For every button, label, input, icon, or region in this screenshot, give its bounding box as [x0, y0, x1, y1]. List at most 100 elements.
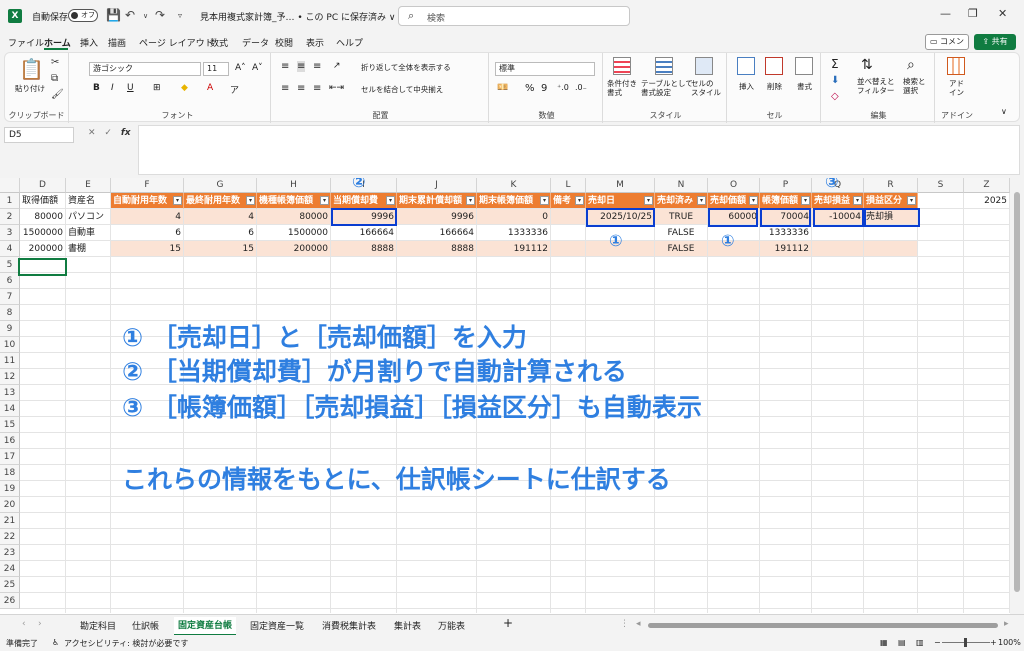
table-cell[interactable] — [551, 225, 586, 241]
fill-icon[interactable]: ⬇ — [831, 75, 839, 86]
table-cell[interactable]: 書棚 — [66, 241, 111, 257]
row-header-23[interactable]: 23 — [0, 545, 20, 561]
insert-cells-label[interactable]: 挿入 — [739, 81, 754, 92]
filter-dropdown-icon[interactable]: ▾ — [853, 196, 862, 205]
share-button[interactable]: ⇪ 共有 — [974, 34, 1016, 50]
font-color-icon[interactable]: A — [207, 83, 213, 93]
cut-icon[interactable]: ✂ — [51, 57, 59, 68]
row-header-18[interactable]: 18 — [0, 465, 20, 481]
row-header-1[interactable]: 1 — [0, 193, 20, 209]
wrap-text-button[interactable]: 折り返して全体を表示する — [361, 62, 451, 73]
name-box[interactable]: D5 — [4, 127, 74, 143]
filter-dropdown-icon[interactable]: ▾ — [801, 196, 810, 205]
zoom-out-icon[interactable]: − — [934, 638, 941, 647]
row-header-13[interactable]: 13 — [0, 385, 20, 401]
horizontal-scroll-thumb[interactable] — [648, 623, 998, 628]
font-size-select[interactable]: 11 — [203, 62, 229, 76]
row-header-2[interactable]: 2 — [0, 209, 20, 225]
column-header-d[interactable]: D — [20, 178, 66, 193]
row-header-4[interactable]: 4 — [0, 241, 20, 257]
sheet-tab-tax-summary[interactable]: 消費税集計表 — [322, 619, 376, 632]
table-header-cell[interactable]: 損益区分 ▾ — [864, 193, 918, 209]
column-header-k[interactable]: K — [477, 178, 551, 193]
table-cell[interactable] — [812, 225, 864, 241]
confirm-entry-icon[interactable]: ✓ — [104, 128, 112, 138]
row-header-26[interactable]: 26 — [0, 593, 20, 609]
add-sheet-icon[interactable]: + — [503, 616, 513, 630]
row-header-14[interactable]: 14 — [0, 401, 20, 417]
align-top-icon[interactable]: ≡ — [281, 61, 289, 72]
accessibility-icon[interactable]: ♿ — [52, 638, 59, 647]
shrink-font-icon[interactable]: A˅ — [252, 63, 263, 73]
table-cell[interactable]: 0 — [477, 209, 551, 225]
comma-icon[interactable]: 9 — [541, 83, 547, 94]
page-layout-view-icon[interactable]: ▤ — [898, 638, 906, 647]
tab-page-layout[interactable]: ページ レイアウト — [139, 36, 214, 49]
sheet-tab-accounts[interactable]: 勘定科目 — [80, 619, 116, 632]
format-cells-icon[interactable] — [795, 57, 813, 75]
italic-icon[interactable]: I — [111, 83, 114, 93]
filter-dropdown-icon[interactable]: ▾ — [644, 196, 653, 205]
selected-cell-d5[interactable] — [18, 258, 67, 276]
table-cell[interactable]: 1333336 — [760, 225, 812, 241]
tab-help[interactable]: ヘルプ — [336, 36, 363, 49]
column-header-r[interactable]: R — [864, 178, 918, 193]
accessibility-status[interactable]: アクセシビリティ: 検討が必要です — [64, 638, 188, 649]
fill-color-icon[interactable]: ◆ — [181, 83, 188, 93]
tab-view[interactable]: 表示 — [306, 36, 324, 49]
format-painter-icon[interactable]: 🖌 — [51, 89, 64, 100]
table-cell[interactable]: 6 — [111, 225, 184, 241]
indent-icon[interactable]: ⇤⇥ — [329, 83, 344, 93]
select-all-corner[interactable] — [0, 178, 20, 193]
table-cell[interactable]: 8888 — [397, 241, 477, 257]
column-header-f[interactable]: F — [111, 178, 184, 193]
close-icon[interactable]: ✕ — [998, 7, 1007, 20]
table-cell[interactable]: 80000 — [257, 209, 331, 225]
column-header-z[interactable]: Z — [964, 178, 1010, 193]
tab-review[interactable]: 校閲 — [275, 36, 293, 49]
sheet-tab-universal[interactable]: 万能表 — [438, 619, 465, 632]
orientation-icon[interactable]: ↗ — [333, 61, 341, 71]
row-header-21[interactable]: 21 — [0, 513, 20, 529]
row-header-22[interactable]: 22 — [0, 529, 20, 545]
column-header-g[interactable]: G — [184, 178, 257, 193]
row-header-20[interactable]: 20 — [0, 497, 20, 513]
normal-view-icon[interactable]: ▦ — [880, 638, 888, 647]
zoom-in-icon[interactable]: + — [990, 638, 997, 647]
table-cell[interactable] — [551, 241, 586, 257]
filter-dropdown-icon[interactable]: ▾ — [575, 196, 584, 205]
restore-icon[interactable]: ❐ — [968, 7, 978, 20]
scroll-left-icon[interactable]: ◂ — [636, 619, 641, 629]
table-cell[interactable]: FALSE — [655, 241, 708, 257]
table-header-cell[interactable]: 機種帳簿価額 ▾ — [257, 193, 331, 209]
table-cell[interactable]: パソコン — [66, 209, 111, 225]
align-left-icon[interactable]: ≡ — [281, 83, 289, 94]
table-cell[interactable]: 1500000 — [20, 225, 66, 241]
sheet-tab-journal[interactable]: 仕訳帳 — [132, 619, 159, 632]
vertical-scroll-thumb[interactable] — [1014, 192, 1020, 592]
column-header-n[interactable]: N — [655, 178, 708, 193]
search-box[interactable]: ⌕ 検索 — [398, 6, 630, 26]
customize-qat-icon[interactable]: ▿ — [178, 11, 182, 20]
row-header-5[interactable]: 5 — [0, 257, 20, 273]
table-header-cell[interactable]: 売却日 ▾ — [586, 193, 655, 209]
row-header-19[interactable]: 19 — [0, 481, 20, 497]
align-center-icon[interactable]: ≡ — [297, 83, 305, 94]
table-cell[interactable]: TRUE — [655, 209, 708, 225]
scroll-right-icon[interactable]: ▸ — [1004, 619, 1009, 629]
table-header-cell[interactable]: 帳簿価額 ▾ — [760, 193, 812, 209]
table-cell[interactable]: 200000 — [20, 241, 66, 257]
table-cell[interactable] — [864, 241, 918, 257]
cell-styles-icon[interactable] — [695, 57, 713, 75]
align-middle-icon[interactable]: ≡ — [297, 61, 306, 72]
filter-dropdown-icon[interactable]: ▾ — [540, 196, 549, 205]
format-cells-label[interactable]: 書式 — [797, 81, 812, 92]
format-as-table-label[interactable]: テーブルとして 書式設定 — [641, 79, 693, 97]
grow-font-icon[interactable]: A˄ — [235, 63, 246, 73]
undo-dropdown-icon[interactable]: ∨ — [143, 12, 148, 20]
table-cell[interactable]: 1500000 — [257, 225, 331, 241]
worksheet-grid[interactable]: DEFGHIJKLMNOPQRSZ 1 2 3 4 5 6 7 8 9 10 11 12 13 14 15 1… — [0, 178, 1010, 614]
currency-icon[interactable]: 💴 — [497, 83, 508, 93]
formula-input[interactable] — [138, 125, 1020, 175]
filter-dropdown-icon[interactable]: ▾ — [466, 196, 475, 205]
